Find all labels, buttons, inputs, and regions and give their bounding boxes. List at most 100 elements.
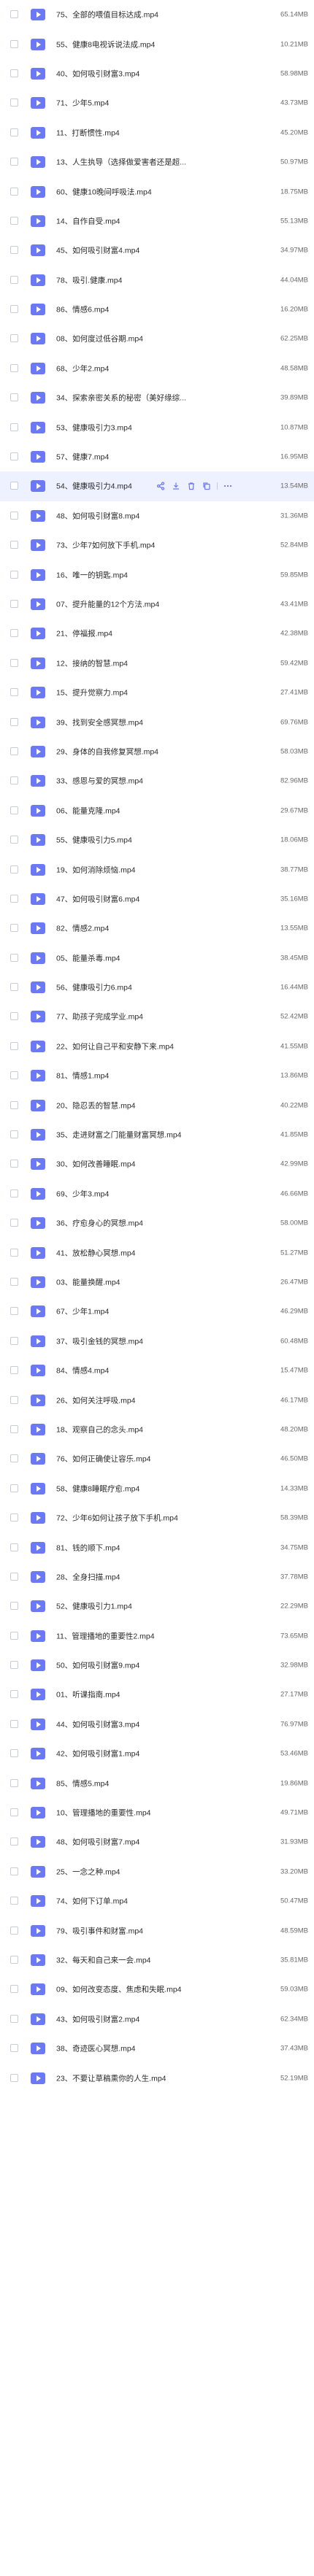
file-row[interactable]: 25、一念之种.mp4 33.20MB: [0, 1857, 314, 1886]
file-row[interactable]: 39、找到安全感冥想.mp4 69.76MB: [0, 707, 314, 736]
file-row[interactable]: 09、如何改变态度、焦虑和失眠.mp4 59.03MB: [0, 1975, 314, 2004]
row-checkbox[interactable]: [10, 1897, 18, 1905]
file-name[interactable]: 42、如何吸引财富1.mp4: [56, 1748, 139, 1759]
row-checkbox[interactable]: [10, 1454, 18, 1463]
row-checkbox[interactable]: [10, 1041, 18, 1050]
file-row[interactable]: 18、观察自己的念头.mp4 48.20MB: [0, 1415, 314, 1444]
file-name[interactable]: 55、健康吸引力5.mp4: [56, 835, 132, 846]
file-row[interactable]: 28、全身扫描.mp4 37.78MB: [0, 1562, 314, 1592]
file-row[interactable]: 48、如何吸引财富8.mp4 31.36MB: [0, 501, 314, 531]
row-checkbox[interactable]: [10, 10, 18, 19]
row-checkbox[interactable]: [10, 216, 18, 225]
row-checkbox[interactable]: [10, 158, 18, 166]
file-name[interactable]: 72、少年6如何让孩子放下手机.mp4: [56, 1513, 178, 1524]
file-name[interactable]: 60、健康10晚间呼吸法.mp4: [56, 186, 152, 197]
row-checkbox[interactable]: [10, 393, 18, 402]
file-name[interactable]: 57、健康7.mp4: [56, 452, 109, 463]
file-name[interactable]: 78、吸引.健康.mp4: [56, 274, 122, 285]
file-row[interactable]: 14、自作自受.mp4 55.13MB: [0, 207, 314, 236]
row-checkbox[interactable]: [10, 1100, 18, 1109]
file-row[interactable]: 41、放松静心冥想.mp4 51.27MB: [0, 1238, 314, 1267]
file-name[interactable]: 44、如何吸引财富3.mp4: [56, 1719, 139, 1729]
file-row[interactable]: 16、唯一的钥匙.mp4 59.85MB: [0, 560, 314, 589]
row-checkbox[interactable]: [10, 836, 18, 844]
file-name[interactable]: 40、如何吸引财富3.mp4: [56, 68, 139, 79]
row-checkbox[interactable]: [10, 1867, 18, 1875]
file-row[interactable]: 55、健康吸引力5.mp4 18.06MB: [0, 825, 314, 855]
file-row[interactable]: 11、打断惯性.mp4 45.20MB: [0, 118, 314, 147]
file-name[interactable]: 19、如何消除烦恼.mp4: [56, 864, 136, 875]
row-checkbox[interactable]: [10, 1661, 18, 1670]
row-checkbox[interactable]: [10, 1071, 18, 1080]
row-checkbox[interactable]: [10, 2073, 18, 2082]
file-row[interactable]: 29、身体的自我修复冥想.mp4 58.03MB: [0, 737, 314, 766]
file-name[interactable]: 82、情感2.mp4: [56, 923, 109, 934]
file-name[interactable]: 48、如何吸引财富8.mp4: [56, 510, 139, 521]
row-checkbox[interactable]: [10, 2044, 18, 2053]
file-row[interactable]: 35、走进财富之门能量财富冥想.mp4 41.85MB: [0, 1120, 314, 1149]
file-name[interactable]: 67、少年1.mp4: [56, 1306, 109, 1317]
file-row[interactable]: 37、吸引金钱的冥想.mp4 60.48MB: [0, 1327, 314, 1356]
share-icon[interactable]: [156, 481, 166, 491]
row-checkbox[interactable]: [10, 99, 18, 107]
file-name[interactable]: 86、情感6.mp4: [56, 304, 109, 315]
row-checkbox[interactable]: [10, 953, 18, 962]
row-checkbox[interactable]: [10, 128, 18, 136]
file-row[interactable]: 72、少年6如何让孩子放下手机.mp4 58.39MB: [0, 1503, 314, 1532]
row-checkbox[interactable]: [10, 924, 18, 933]
row-checkbox[interactable]: [10, 1602, 18, 1611]
file-row[interactable]: 48、如何吸引财富7.mp4 31.93MB: [0, 1827, 314, 1856]
row-checkbox[interactable]: [10, 983, 18, 992]
row-checkbox[interactable]: [10, 1484, 18, 1492]
file-row[interactable]: 26、如何关注呼吸.mp4 46.17MB: [0, 1385, 314, 1414]
row-checkbox[interactable]: [10, 894, 18, 903]
file-row[interactable]: 81、钱的顺下.mp4 34.75MB: [0, 1532, 314, 1562]
file-name[interactable]: 56、健康吸引力6.mp4: [56, 982, 132, 993]
file-row[interactable]: 84、情感4.mp4 15.47MB: [0, 1356, 314, 1385]
file-name[interactable]: 18、观察自己的念头.mp4: [56, 1424, 143, 1435]
file-row[interactable]: 20、隐忍丢的智慧.mp4 40.22MB: [0, 1090, 314, 1119]
file-name[interactable]: 75、全部的喂值目标达成.mp4: [56, 9, 158, 20]
row-checkbox[interactable]: [10, 2014, 18, 2023]
row-checkbox[interactable]: [10, 629, 18, 638]
file-row[interactable]: 43、如何吸引财富2.mp4 62.34MB: [0, 2005, 314, 2034]
file-name[interactable]: 16、唯一的钥匙.mp4: [56, 569, 128, 580]
file-name[interactable]: 34、探索亲密关系的秘密（美好缘综...: [56, 393, 186, 404]
row-checkbox[interactable]: [10, 275, 18, 284]
file-name[interactable]: 38、奇迹医心冥想.mp4: [56, 2043, 136, 2054]
file-row[interactable]: 10、管理播地的重要性.mp4 49.71MB: [0, 1798, 314, 1827]
file-row[interactable]: 79、吸引事件和财富.mp4 48.59MB: [0, 1916, 314, 1945]
file-name[interactable]: 74、如何下订单.mp4: [56, 1896, 128, 1907]
delete-icon[interactable]: [186, 481, 196, 491]
row-checkbox[interactable]: [10, 511, 18, 520]
file-name[interactable]: 10、管理播地的重要性.mp4: [56, 1808, 151, 1819]
row-checkbox[interactable]: [10, 1985, 18, 1994]
file-row[interactable]: 50、如何吸引财富9.mp4 32.98MB: [0, 1651, 314, 1680]
row-checkbox[interactable]: [10, 69, 18, 77]
file-row[interactable]: 12、接纳的智慧.mp4 59.42MB: [0, 649, 314, 678]
file-row[interactable]: 53、健康吸引力3.mp4 10.87MB: [0, 412, 314, 441]
file-name[interactable]: 81、钱的顺下.mp4: [56, 1542, 120, 1553]
file-row[interactable]: 47、如何吸引财富6.mp4 35.16MB: [0, 884, 314, 914]
file-row[interactable]: 52、健康吸引力1.mp4 22.29MB: [0, 1592, 314, 1621]
file-name[interactable]: 81、情感1.mp4: [56, 1071, 109, 1081]
row-checkbox[interactable]: [10, 1543, 18, 1551]
file-row[interactable]: 32、每天和自己来一会.mp4 35.81MB: [0, 1946, 314, 1975]
file-row[interactable]: 69、少年3.mp4 46.66MB: [0, 1179, 314, 1208]
row-checkbox[interactable]: [10, 1248, 18, 1257]
file-name[interactable]: 79、吸引事件和财富.mp4: [56, 1925, 143, 1936]
file-name[interactable]: 21、停福报.mp4: [56, 628, 112, 639]
file-row[interactable]: 34、探索亲密关系的秘密（美好缘综... 39.89MB: [0, 383, 314, 412]
file-name[interactable]: 77、助孩子完成学业.mp4: [56, 1011, 143, 1022]
row-checkbox[interactable]: [10, 1690, 18, 1699]
file-name[interactable]: 32、每天和自己来一会.mp4: [56, 1954, 151, 1965]
file-name[interactable]: 35、走进财富之门能量财富冥想.mp4: [56, 1130, 182, 1141]
file-row[interactable]: 42、如何吸引财富1.mp4 53.46MB: [0, 1739, 314, 1768]
file-name[interactable]: 52、健康吸引力1.mp4: [56, 1601, 132, 1612]
file-row[interactable]: 55、健康8电视诉说法成.mp4 10.21MB: [0, 29, 314, 58]
file-name[interactable]: 23、不要让草稿熏你的人生.mp4: [56, 2072, 166, 2083]
file-name[interactable]: 29、身体的自我修复冥想.mp4: [56, 746, 158, 757]
file-row[interactable]: 76、如何正确使让容乐.mp4 46.50MB: [0, 1444, 314, 1473]
file-row[interactable]: 77、助孩子完成学业.mp4 52.42MB: [0, 1002, 314, 1031]
file-row[interactable]: 05、能量杀毒.mp4 38.45MB: [0, 944, 314, 973]
